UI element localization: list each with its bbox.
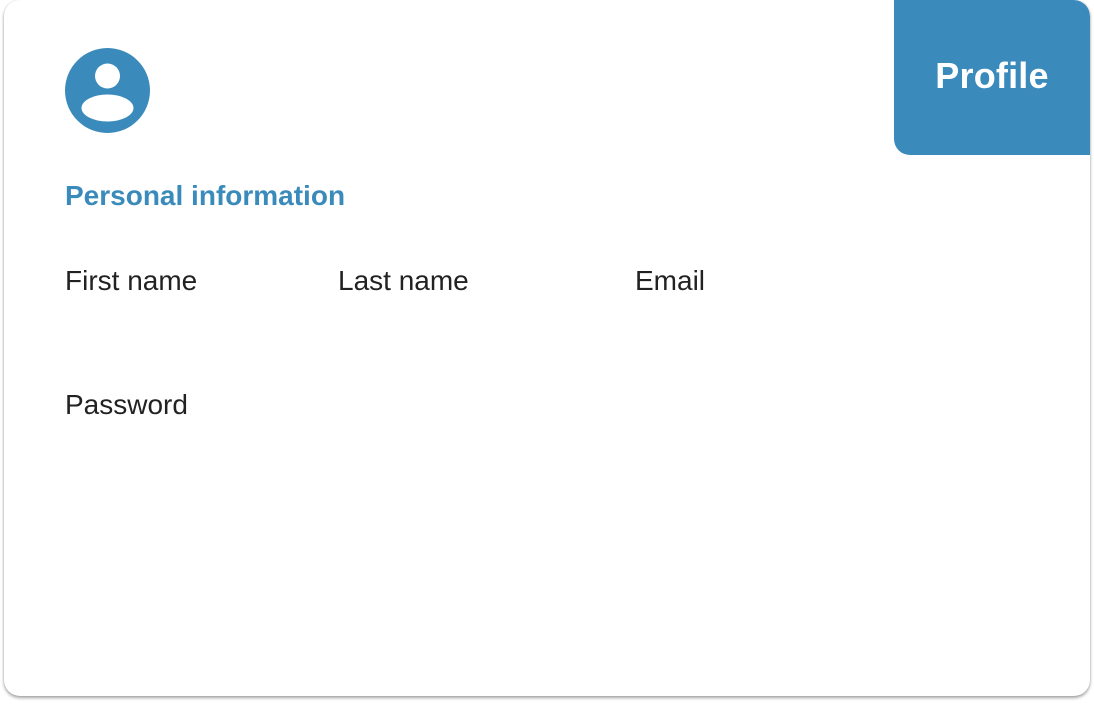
first-name-input[interactable] (65, 305, 295, 339)
password-label: Password (65, 389, 188, 420)
profile-card: Profile Personal information First name … (4, 0, 1090, 696)
email-input[interactable] (635, 305, 935, 339)
last-name-label: Last name (338, 265, 469, 296)
last-name-input[interactable] (338, 305, 588, 339)
profile-tab-label: Profile (935, 54, 1049, 96)
profile-tab[interactable]: Profile (894, 0, 1090, 155)
first-name-label: First name (65, 265, 198, 296)
section-title: Personal information (65, 180, 346, 211)
email-label: Email (635, 265, 706, 296)
user-avatar-icon[interactable] (65, 48, 150, 133)
password-input[interactable] (65, 429, 365, 463)
